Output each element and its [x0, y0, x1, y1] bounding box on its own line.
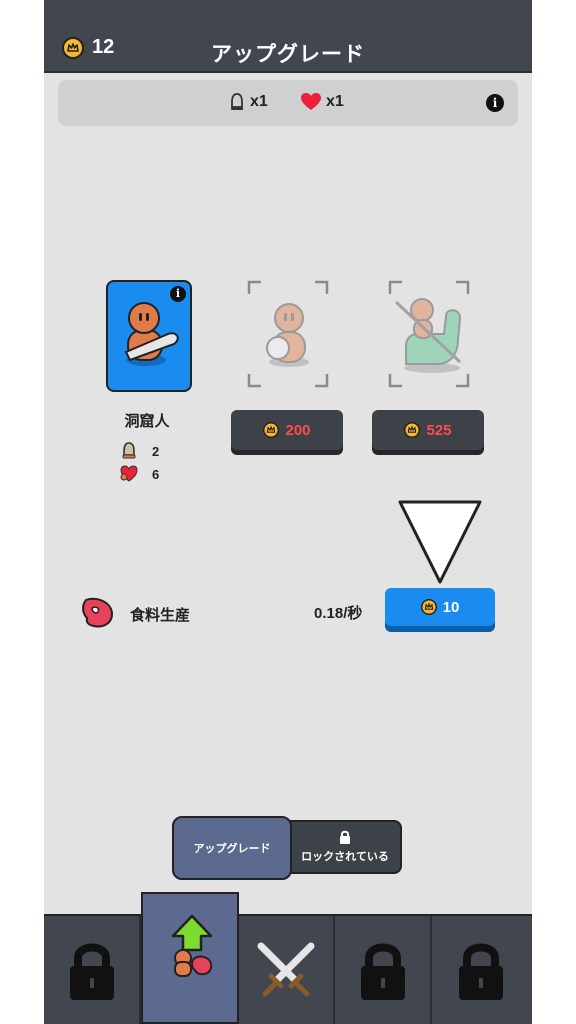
locked-tab[interactable]: ロックされている [288, 820, 402, 874]
card-info-icon[interactable]: i [170, 286, 186, 302]
upgrade-tab-label: アップグレード [193, 843, 271, 855]
food-upgrade-button[interactable]: 10 [385, 588, 495, 626]
swords-icon [257, 942, 314, 997]
top-bar: 12 アップグレード [44, 0, 532, 73]
health-multiplier: x1 [300, 92, 344, 112]
heart-icon [301, 93, 321, 110]
meat-icon [82, 597, 114, 628]
attack-multiplier-value: x1 [250, 93, 268, 110]
food-production-rate: 0.18/秒 [314, 605, 363, 622]
food-upgrade-cost: 10 [442, 598, 460, 616]
lock-icon [340, 830, 350, 844]
page-title: アップグレード [211, 43, 365, 66]
unit-health-stat: 6 [120, 465, 159, 483]
unit-name: 洞窟人 [124, 413, 170, 430]
nav-tab-locked-1[interactable] [44, 916, 141, 1024]
unit-card-caveman[interactable]: i [106, 280, 192, 392]
nav-tab-upgrade[interactable] [141, 892, 239, 1024]
nav-tab-locked-3[interactable] [432, 916, 529, 1024]
info-icon[interactable]: i [486, 94, 504, 112]
health-multiplier-value: x1 [326, 93, 344, 110]
locked-tab-label: ロックされている [301, 851, 389, 863]
shield-caveman-icon [266, 303, 309, 367]
unit-price-2: 525 [426, 421, 452, 439]
unit-card-locked-2[interactable] [388, 280, 470, 388]
upgrade-icon [171, 914, 213, 977]
unit-card-locked-1[interactable] [247, 280, 329, 388]
tutorial-arrow-icon [398, 500, 482, 584]
game-screen: 12 アップグレード x1 x1 i i 洞窟人 2 6 200 525 食料生… [44, 0, 532, 1024]
club-icon [122, 442, 136, 459]
unit-attack-value: 2 [152, 443, 160, 459]
lock-icon [458, 943, 503, 1000]
nav-tab-locked-2[interactable] [335, 916, 432, 1024]
club-icon [231, 93, 243, 110]
bottom-nav [44, 914, 532, 1024]
unit-price-1: 200 [285, 421, 311, 439]
unit-health-value: 6 [152, 466, 160, 482]
nav-tab-battle[interactable] [238, 916, 335, 1024]
multiplier-bar: x1 x1 i [58, 80, 518, 126]
crown-coin-icon [420, 599, 437, 615]
lock-icon [360, 943, 405, 1000]
lock-icon [69, 943, 114, 1000]
dino-rider-icon [394, 298, 464, 373]
crown-coin-icon [404, 422, 421, 438]
unit-price-button-1[interactable]: 200 [231, 410, 343, 450]
heart-icon [120, 465, 138, 482]
upgrade-tab[interactable]: アップグレード [172, 816, 292, 880]
attack-multiplier: x1 [228, 92, 268, 112]
food-production-label: 食料生産 [130, 607, 191, 624]
unit-attack-stat: 2 [120, 442, 159, 460]
crown-coin-icon [263, 422, 280, 438]
unit-price-button-2[interactable]: 525 [372, 410, 484, 450]
